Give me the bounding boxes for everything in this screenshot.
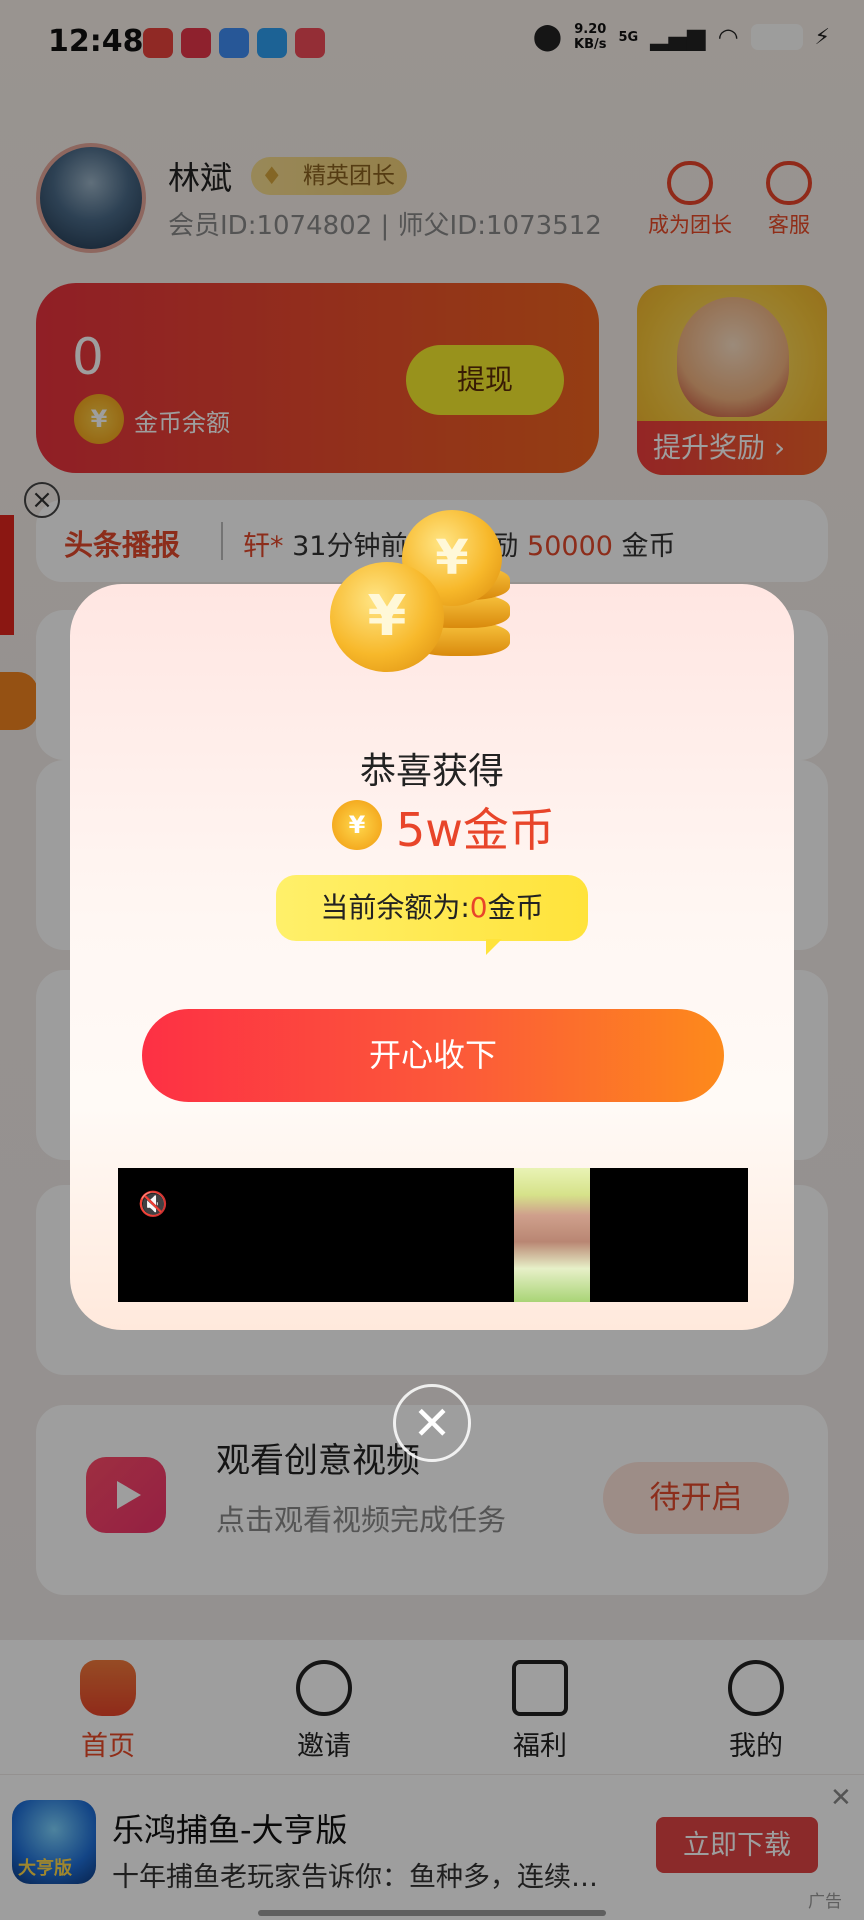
coin-icon: ¥ xyxy=(332,800,382,850)
popup-close-button[interactable]: ✕ xyxy=(393,1384,471,1462)
coin-icon: ¥ xyxy=(330,562,444,672)
balance-value: 0 xyxy=(469,891,488,924)
accept-button[interactable]: 开心收下 xyxy=(142,1009,724,1102)
balance-prefix: 当前余额为: xyxy=(320,891,470,924)
mute-icon[interactable]: 🔇 xyxy=(138,1190,172,1218)
ad-video[interactable]: 🔇 xyxy=(118,1168,748,1302)
gold-coins-image: ¥ ¥ xyxy=(330,510,520,690)
video-thumbnail xyxy=(514,1168,590,1302)
balance-suffix: 金币 xyxy=(487,891,544,924)
popup-amount-text: 5w金币 xyxy=(396,803,555,857)
reward-popup: 恭喜获得 ¥ 5w金币 当前余额为:0金币 开心收下 🔇 xyxy=(70,584,794,1330)
balance-bubble: 当前余额为:0金币 xyxy=(276,875,588,955)
popup-title: 恭喜获得 xyxy=(359,751,504,792)
